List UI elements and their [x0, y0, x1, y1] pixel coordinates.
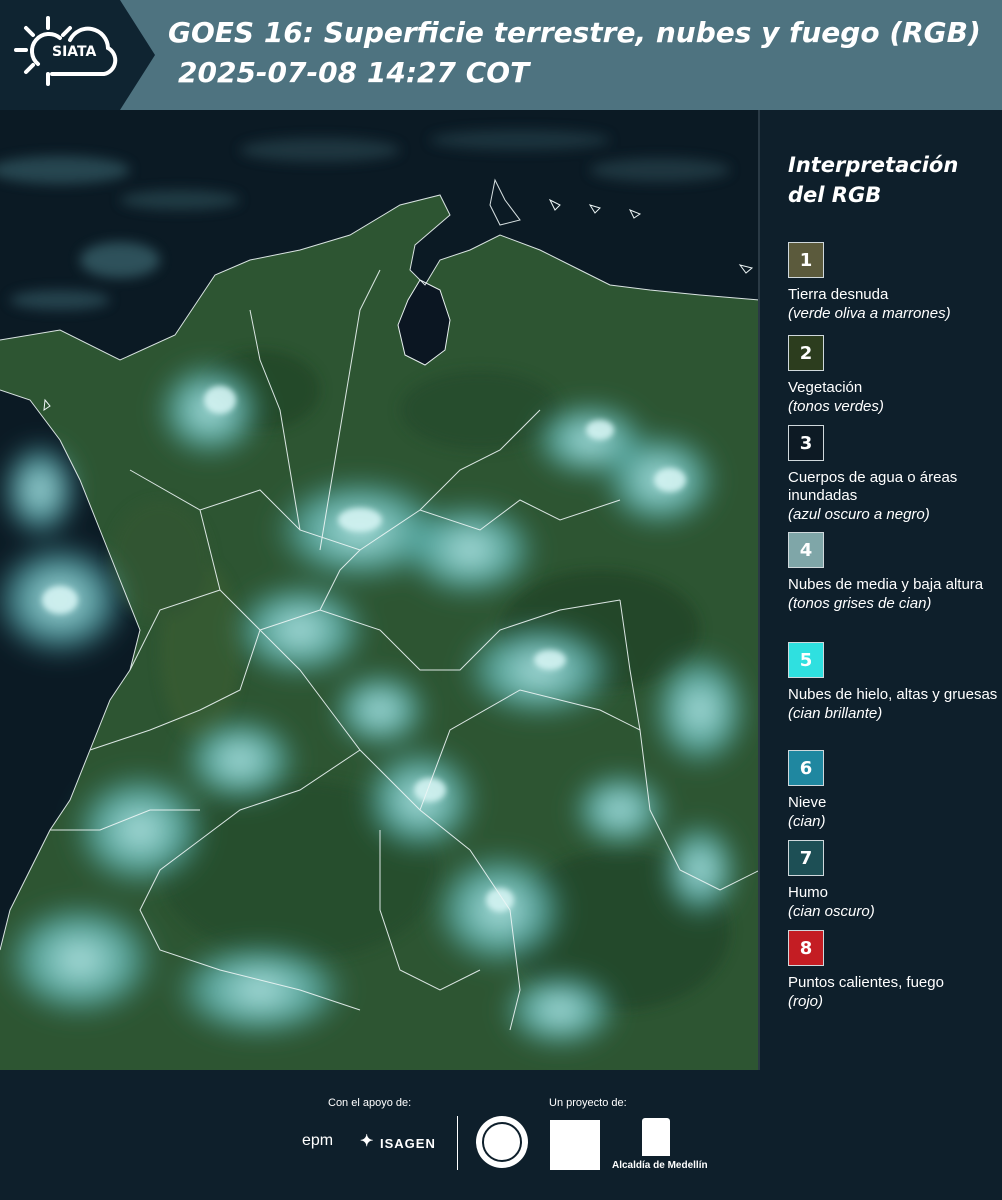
legend-description: (azul oscuro a negro) — [788, 506, 930, 523]
legend-label: Puntos calientes, fuego — [788, 974, 944, 991]
footer: Con el apoyo de: Un proyecto de: epm ISA… — [0, 1070, 1002, 1200]
legend-item: 4 Nubes de media y baja altura (tonos gris… — [788, 532, 998, 613]
page-title: GOES 16: Superficie terrestre, nubes y f… — [168, 16, 981, 49]
legend-swatch: 6 — [788, 750, 824, 786]
legend-item: 8 Puntos calientes, fuego (rojo) — [788, 930, 998, 1011]
legend-title: Interpretación del RGB — [788, 153, 959, 207]
legend-label: Vegetación — [788, 379, 863, 396]
isagen-logo: ISAGEN — [380, 1136, 436, 1151]
legend-description: (rojo) — [788, 993, 824, 1010]
legend-swatch: 3 — [788, 425, 824, 461]
legend-label: Tierra desnuda — [788, 286, 889, 303]
project-caption: Un proyecto de: — [549, 1097, 627, 1109]
legend-label: Cuerpos de agua o áreas inundadas — [788, 469, 958, 504]
legend-swatch: 1 — [788, 242, 824, 278]
legend-label: Nubes de media y baja altura — [788, 576, 984, 593]
legend-description: (cian brillante) — [788, 705, 883, 722]
legend-item: 5 Nubes de hielo, altas y gruesas (cian br… — [788, 642, 998, 723]
timestamp: 2025-07-08 14:27 COT — [178, 56, 530, 89]
legend-swatch: 2 — [788, 335, 824, 371]
satellite-map — [0, 110, 760, 1070]
seal-logo — [476, 1116, 528, 1168]
header: SIATA GOES 16: Superficie terrestre, nub… — [0, 0, 1002, 110]
legend-item: 7 Humo (cian oscuro) — [788, 840, 998, 921]
legend-description: (cian oscuro) — [788, 903, 875, 920]
support-caption: Con el apoyo de: — [328, 1097, 412, 1109]
legend-label: Humo — [788, 884, 829, 901]
isagen-mark-icon: ✦ — [360, 1133, 374, 1150]
legend-swatch: 5 — [788, 642, 824, 678]
footer-divider — [457, 1116, 458, 1170]
legend-item: 3 Cuerpos de agua o áreas inundadas (azul … — [788, 425, 998, 524]
legend-item: 1 Tierra desnuda (verde oliva a marrones) — [788, 242, 998, 323]
legend: Interpretación del RGB — [770, 150, 998, 210]
alcaldia-shield-icon — [642, 1118, 670, 1156]
legend-item: 6 Nieve (cian) — [788, 750, 998, 831]
legend-label: Nubes de hielo, altas y gruesas — [788, 686, 998, 703]
legend-label: Nieve — [788, 794, 827, 811]
siata-logo-text: SIATA — [52, 44, 97, 60]
legend-swatch: 7 — [788, 840, 824, 876]
legend-description: (cian) — [788, 813, 826, 830]
legend-swatch: 4 — [788, 532, 824, 568]
alcaldia-label: Alcaldía de Medellín — [612, 1160, 708, 1171]
legend-description: (tonos verdes) — [788, 398, 884, 415]
area-metropolitana-logo — [550, 1120, 600, 1170]
epm-logo: epm — [302, 1132, 334, 1149]
legend-item: 2 Vegetación (tonos verdes) — [788, 335, 998, 416]
legend-swatch: 8 — [788, 930, 824, 966]
map-canvas — [0, 110, 758, 1070]
legend-description: (tonos grises de cian) — [788, 595, 932, 612]
legend-description: (verde oliva a marrones) — [788, 305, 951, 322]
